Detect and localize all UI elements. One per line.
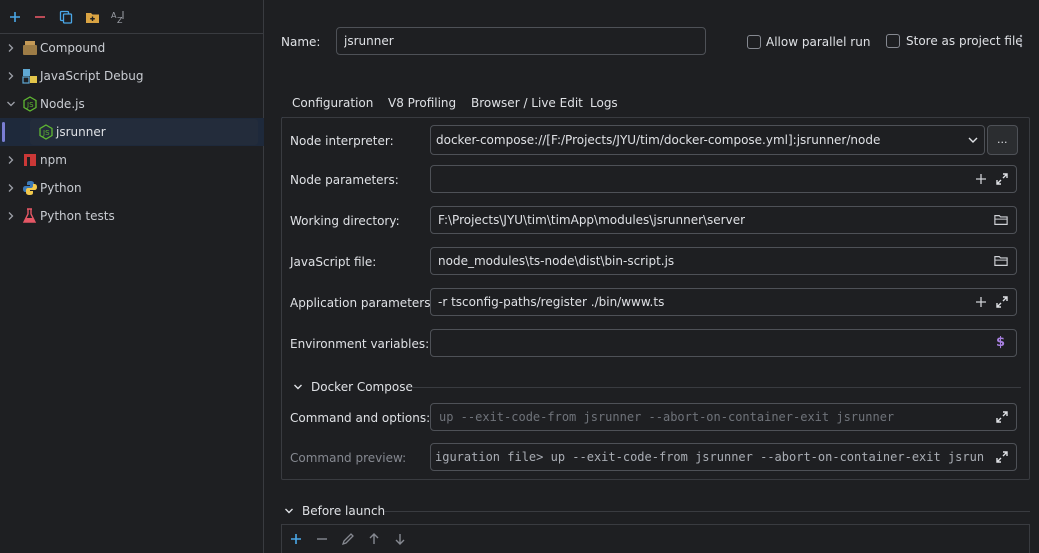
command-preview-label: Command preview: [290, 451, 407, 465]
chevron-down-icon[interactable] [967, 134, 979, 146]
allow-parallel-checkbox[interactable] [747, 35, 761, 49]
chevron-down-icon[interactable] [293, 382, 303, 392]
command-options-input[interactable]: up --exit-code-from jsrunner --abort-on-… [430, 403, 1017, 431]
svg-text:JS: JS [26, 101, 34, 109]
dollar-icon[interactable]: $ [996, 335, 1005, 350]
node-interpreter-value: docker-compose://[F:/Projects/JYU/tim/do… [436, 133, 881, 147]
sidebar-item-npm[interactable]: npm [0, 146, 264, 174]
run-config-sidebar: AZ Compound JavaScript Debug JS Node.js … [0, 0, 264, 553]
sidebar-item-label: JavaScript Debug [40, 69, 144, 83]
command-options-placeholder: up --exit-code-from jsrunner --abort-on-… [439, 410, 895, 424]
configuration-panel: Node interpreter: docker-compose://[F:/P… [281, 117, 1030, 480]
minus-icon[interactable] [315, 532, 329, 546]
before-launch-toolbar [281, 524, 1030, 553]
copy-icon[interactable] [58, 9, 74, 25]
sidebar-item-compound[interactable]: Compound [0, 34, 264, 62]
svg-text:JS: JS [42, 129, 50, 137]
command-preview-value: iguration file> up --exit-code-from jsru… [435, 450, 985, 464]
section-divider [408, 387, 1021, 388]
node-parameters-input[interactable] [430, 165, 1017, 193]
application-parameters-label: Application parameters: [290, 296, 435, 310]
sort-alpha-icon[interactable]: AZ [110, 9, 126, 25]
python-tests-icon [22, 208, 37, 223]
sidebar-item-jsrunner[interactable]: JS jsrunner [0, 118, 264, 146]
sidebar-item-label: Node.js [40, 97, 85, 111]
sidebar-item-label: Compound [40, 41, 106, 55]
chevron-down-icon[interactable] [6, 99, 16, 109]
environment-variables-input[interactable]: $ [430, 329, 1017, 357]
name-input[interactable]: jsrunner [336, 27, 706, 55]
sidebar-item-nodejs[interactable]: JS Node.js [0, 90, 264, 118]
selection-indicator [2, 122, 5, 142]
arrow-up-icon[interactable] [367, 532, 381, 546]
environment-variables-label: Environment variables: [290, 337, 430, 351]
working-directory-input[interactable]: F:\Projects\JYU\tim\timApp\modules\jsrun… [430, 206, 1017, 234]
tab-logs[interactable]: Logs [590, 91, 618, 117]
plus-icon[interactable] [7, 9, 23, 25]
sidebar-item-label: jsrunner [56, 125, 106, 139]
name-input-value: jsrunner [344, 34, 394, 48]
chevron-right-icon[interactable] [6, 183, 16, 193]
expand-icon[interactable] [995, 172, 1009, 186]
tab-v8-profiling[interactable]: V8 Profiling [388, 91, 456, 117]
nodejs-icon: JS [39, 124, 53, 140]
application-parameters-input[interactable]: -r tsconfig-paths/register ./bin/www.ts [430, 288, 1017, 316]
node-parameters-label: Node parameters: [290, 173, 399, 187]
chevron-down-icon[interactable] [284, 506, 294, 516]
sidebar-toolbar: AZ [0, 0, 264, 34]
section-divider [384, 511, 1030, 512]
working-directory-label: Working directory: [290, 214, 400, 228]
command-preview-field[interactable]: iguration file> up --exit-code-from jsru… [430, 443, 1017, 471]
chevron-right-icon[interactable] [6, 155, 16, 165]
run-config-editor: Name: jsrunner Allow parallel run Store … [265, 0, 1039, 553]
store-as-file-label[interactable]: Store as project file [906, 34, 1023, 48]
expand-icon[interactable] [995, 450, 1009, 464]
sidebar-item-python-tests[interactable]: Python tests [0, 202, 264, 230]
node-interpreter-label: Node interpreter: [290, 134, 394, 148]
application-parameters-value: -r tsconfig-paths/register ./bin/www.ts [438, 295, 665, 309]
plus-icon[interactable] [974, 295, 988, 309]
folder-icon[interactable] [994, 213, 1008, 227]
browse-label: ... [997, 133, 1008, 146]
sidebar-item-label: Python tests [40, 209, 115, 223]
docker-compose-section-title[interactable]: Docker Compose [311, 380, 413, 394]
js-debug-icon [22, 69, 37, 84]
plus-icon[interactable] [974, 172, 988, 186]
name-label: Name: [281, 35, 321, 49]
folder-icon[interactable] [994, 254, 1008, 268]
allow-parallel-label[interactable]: Allow parallel run [766, 35, 870, 49]
chevron-right-icon[interactable] [6, 43, 16, 53]
minus-icon[interactable] [32, 9, 48, 25]
edit-icon[interactable] [341, 532, 355, 546]
nodejs-icon: JS [23, 96, 37, 112]
more-vertical-icon[interactable] [1018, 34, 1024, 48]
command-options-label: Command and options: [290, 411, 431, 425]
sidebar-item-label: Python [40, 181, 82, 195]
before-launch-section-title[interactable]: Before launch [302, 504, 385, 518]
compound-icon [23, 41, 37, 55]
chevron-right-icon[interactable] [6, 71, 16, 81]
working-directory-value: F:\Projects\JYU\tim\timApp\modules\jsrun… [438, 213, 746, 227]
expand-icon[interactable] [995, 295, 1009, 309]
sidebar-item-label: npm [40, 153, 67, 167]
new-folder-icon[interactable] [84, 9, 100, 25]
npm-icon [24, 154, 36, 166]
javascript-file-label: JavaScript file: [290, 255, 377, 269]
node-interpreter-browse-button[interactable]: ... [987, 125, 1018, 155]
node-interpreter-select[interactable]: docker-compose://[F:/Projects/JYU/tim/do… [430, 125, 985, 155]
python-icon [23, 181, 37, 195]
sidebar-item-python[interactable]: Python [0, 174, 264, 202]
arrow-down-icon[interactable] [393, 532, 407, 546]
plus-icon[interactable] [289, 532, 303, 546]
sidebar-item-javascript-debug[interactable]: JavaScript Debug [0, 62, 264, 90]
tab-configuration[interactable]: Configuration [281, 91, 384, 119]
svg-text:Z: Z [117, 16, 123, 24]
store-as-file-checkbox[interactable] [886, 34, 900, 48]
javascript-file-input[interactable]: node_modules\ts-node\dist\bin-script.js [430, 247, 1017, 275]
chevron-right-icon[interactable] [6, 211, 16, 221]
tab-browser-live-edit[interactable]: Browser / Live Edit [471, 91, 583, 117]
javascript-file-value: node_modules\ts-node\dist\bin-script.js [438, 254, 675, 268]
expand-icon[interactable] [995, 410, 1009, 424]
